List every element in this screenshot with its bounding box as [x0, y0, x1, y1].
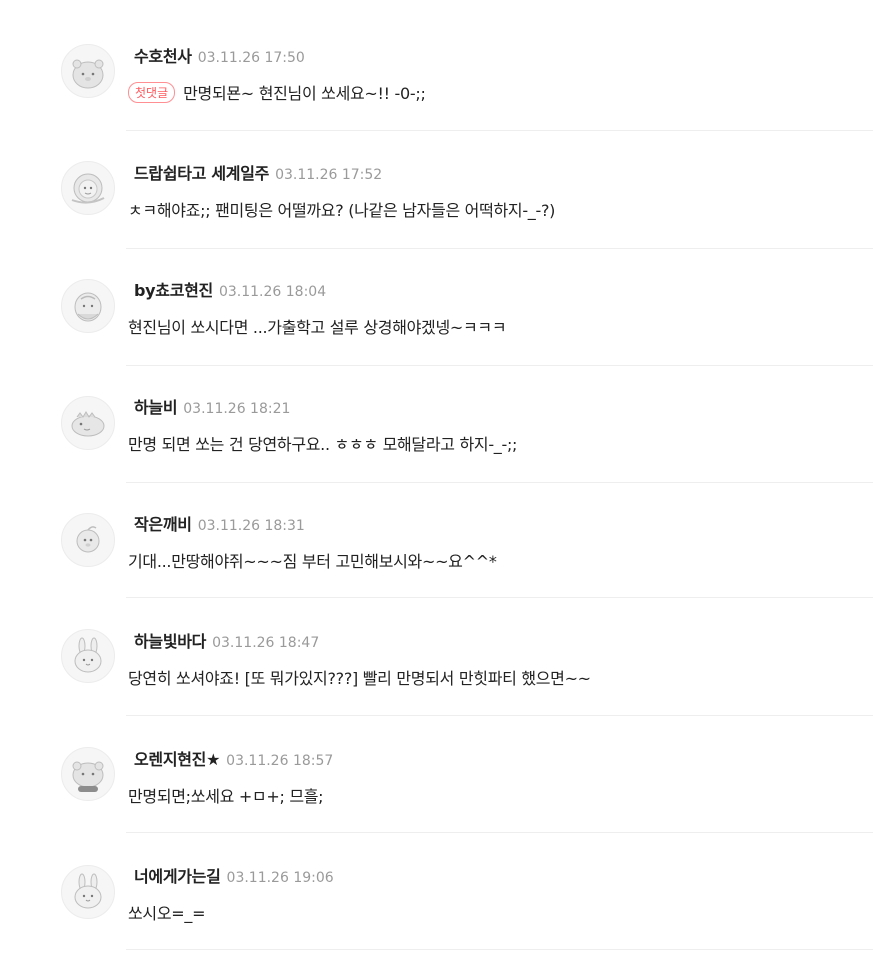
comment-body: 만명 되면 쏘는 건 당연하구요.. ㅎㅎㅎ 모해달라고 하지-_-;;	[128, 435, 518, 454]
bear-character-icon[interactable]	[61, 44, 115, 98]
comment-item: by쵸코현진 03.11.26 18:04 현진님이 쏘시다면 ...가출학고 설…	[14, 235, 873, 366]
comment-nickname[interactable]: 작은깨비	[134, 515, 192, 534]
comment-body: 만명되묜~ 현진님이 쏘세요~!! -0-;;	[183, 84, 426, 103]
comment-item: 하늘비 03.11.26 18:21 만명 되면 쏘는 건 당연하구요.. ㅎㅎㅎ…	[14, 352, 873, 483]
comment-text: 만명되면;쏘세요 +ㅁ+; 므흘;	[128, 783, 324, 807]
rabbit-character-icon[interactable]	[61, 865, 115, 919]
first-comment-badge: 첫댓글	[128, 82, 176, 103]
comment-item: 작은깨비 03.11.26 18:31 기대...만땅해야쥐~~~짐 부터 고민해…	[14, 469, 873, 598]
comment-text: 기대...만땅해야쥐~~~짐 부터 고민해보시와~~요^^*	[128, 548, 497, 572]
comment-date: 03.11.26 17:50	[197, 50, 305, 66]
comment-nickname[interactable]: by쵸코현진	[134, 281, 213, 300]
comment-nickname[interactable]: 너에게가는길	[134, 867, 221, 886]
lion-character-icon[interactable]	[61, 161, 115, 215]
comment-meta: 드랍쉽타고 세계일주 03.11.26 17:52	[134, 160, 383, 183]
comment-body: 쏘시오=_=	[128, 904, 206, 923]
comment-body: 기대...만땅해야쥐~~~짐 부터 고민해보시와~~요^^*	[128, 552, 497, 571]
comment-nickname[interactable]: 하늘비	[134, 398, 178, 417]
comment-date: 03.11.26 18:57	[226, 753, 334, 769]
bear-character-icon[interactable]	[61, 747, 115, 801]
comment-nickname[interactable]: 하늘빛바다	[134, 632, 206, 651]
comment-meta: 수호천사 03.11.26 17:50	[134, 43, 305, 66]
comment-date: 03.11.26 17:52	[275, 167, 383, 183]
comment-date: 03.11.26 18:31	[197, 518, 305, 534]
comment-item: 수호천사 03.11.26 17:50 첫댓글 만명되묜~ 현진님이 쏘세요~!! …	[14, 0, 873, 131]
comment-nickname[interactable]: 오렌지현진★	[134, 750, 220, 769]
comment-body: 당연히 쏘셔야죠! [또 뭐가있지???] 빨리 만명되서 만힛파티 했으면~~	[128, 669, 591, 688]
comment-body: ㅊㅋ해야죠;; 팬미팅은 어떨까요? (나같은 남자들은 어떡하지-_-?)	[128, 201, 556, 220]
comment-date: 03.11.26 18:21	[183, 401, 291, 417]
comment-text: 당연히 쏘셔야죠! [또 뭐가있지???] 빨리 만명되서 만힛파티 했으면~~	[128, 665, 591, 689]
comment-meta: 하늘비 03.11.26 18:21	[134, 394, 291, 417]
comment-item: 너에게가는길 03.11.26 19:06 쏘시오=_=	[14, 820, 873, 950]
comment-item: 오렌지현진★ 03.11.26 18:57 만명되면;쏘세요 +ㅁ+; 므흘;	[14, 703, 873, 833]
comment-body: 만명되면;쏘세요 +ㅁ+; 므흘;	[128, 787, 324, 806]
comment-text: 첫댓글 만명되묜~ 현진님이 쏘세요~!! -0-;;	[128, 80, 426, 104]
comment-meta: 작은깨비 03.11.26 18:31	[134, 511, 305, 534]
comment-divider	[126, 949, 873, 950]
comment-text: 만명 되면 쏘는 건 당연하구요.. ㅎㅎㅎ 모해달라고 하지-_-;;	[128, 431, 517, 455]
comment-nickname[interactable]: 드랍쉽타고 세계일주	[134, 164, 269, 183]
dinosaur-character-icon[interactable]	[61, 396, 115, 450]
comment-nickname[interactable]: 수호천사	[134, 47, 192, 66]
peach-character-icon[interactable]	[61, 513, 115, 567]
rabbit-character-icon[interactable]	[61, 629, 115, 683]
comment-meta: by쵸코현진 03.11.26 18:04	[134, 277, 327, 300]
comment-item: 드랍쉽타고 세계일주 03.11.26 17:52 ㅊㅋ해야죠;; 팬미팅은 어떨…	[14, 117, 873, 249]
comment-text: 현진님이 쏘시다면 ...가출학고 설루 상경해야겠넹~ㅋㅋㅋ	[128, 314, 507, 338]
comment-panel: 수호천사 03.11.26 17:50 첫댓글 만명되묜~ 현진님이 쏘세요~!! …	[14, 0, 873, 966]
comment-date: 03.11.26 19:06	[226, 870, 334, 886]
comment-meta: 하늘빛바다 03.11.26 18:47	[134, 628, 320, 651]
comment-meta: 너에게가는길 03.11.26 19:06	[134, 863, 334, 886]
comment-item: 하늘빛바다 03.11.26 18:47 당연히 쏘셔야죠! [또 뭐가있지???…	[14, 585, 873, 716]
old-man-character-icon[interactable]	[61, 279, 115, 333]
page-margin	[0, 0, 14, 966]
comment-date: 03.11.26 18:04	[218, 284, 327, 300]
comment-text: 쏘시오=_=	[128, 900, 205, 924]
comment-body: 현진님이 쏘시다면 ...가출학고 설루 상경해야겠넹~ㅋㅋㅋ	[128, 318, 507, 337]
comment-text: ㅊㅋ해야죠;; 팬미팅은 어떨까요? (나같은 남자들은 어떡하지-_-?)	[128, 197, 555, 221]
comment-meta: 오렌지현진★ 03.11.26 18:57	[134, 746, 334, 769]
comment-date: 03.11.26 18:47	[212, 635, 320, 651]
